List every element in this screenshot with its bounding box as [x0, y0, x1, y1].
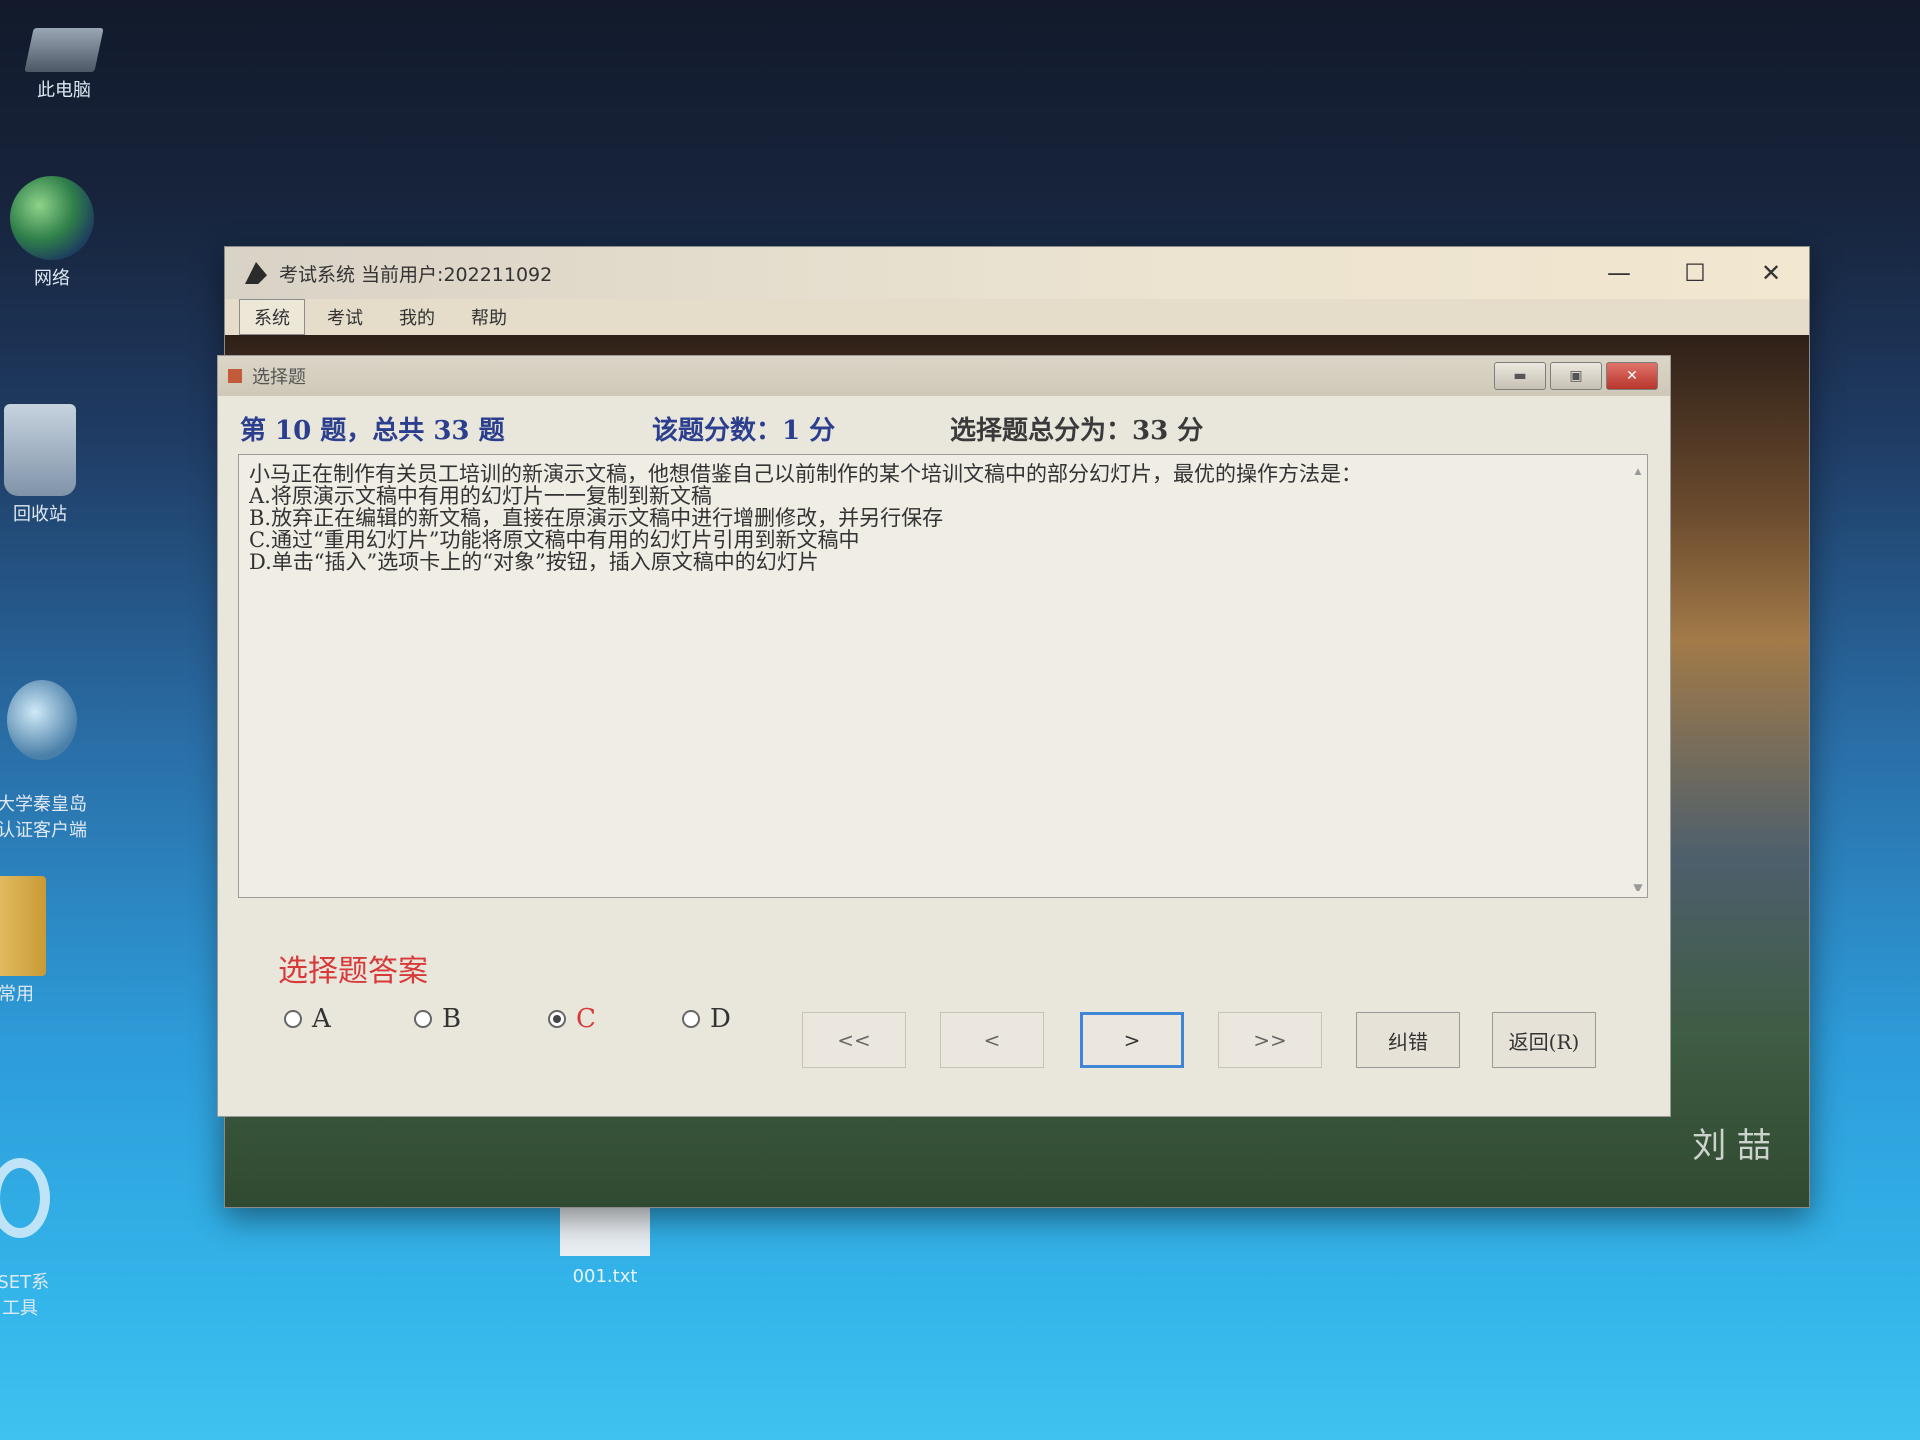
desktop-icon-recycle-bin[interactable]: 回收站 — [0, 404, 100, 528]
question-text-area[interactable]: 小马正在制作有关员工培训的新演示文稿，他想借鉴自己以前制作的某个培训文稿中的部分… — [238, 454, 1648, 898]
answer-option-b[interactable]: B — [414, 1004, 461, 1034]
question-option-c: C.通过“重用幻灯片”功能将原文稿中有用的幻灯片引用到新文稿中 — [249, 529, 860, 551]
window-title: 考试系统 当前用户:202211092 — [279, 263, 553, 286]
answer-option-d[interactable]: D — [682, 1004, 731, 1034]
minimize-button[interactable]: — — [1581, 247, 1657, 299]
question-dialog: 选择题 ▬ ▣ ✕ 第 10 题，总共 33 题 该题分数：1 分 选择题总分为… — [217, 355, 1671, 1117]
desktop-icon-set-tools[interactable]: -SET系 工具 — [0, 1132, 80, 1348]
answer-option-label: C — [576, 1004, 596, 1034]
user-name-watermark: 刘 喆 — [1692, 1126, 1771, 1166]
total-score: 选择题总分为：33 分 — [950, 416, 1204, 446]
network-client-icon — [7, 680, 77, 760]
desktop-icon-label: 网络 — [34, 268, 70, 289]
recycle-bin-icon — [4, 404, 76, 496]
desktop-icon-label: 常用 — [0, 984, 34, 1005]
question-option-b: B.放弃正在编辑的新文稿，直接在原演示文稿中进行增删修改，并另行保存 — [249, 507, 944, 529]
disk-icon — [0, 1158, 50, 1238]
radio-button[interactable] — [414, 1010, 432, 1028]
answer-section-title: 选择题答案 — [278, 954, 428, 989]
question-option-d: D.单击“插入”选项卡上的“对象”按钮，插入原文稿中的幻灯片 — [249, 551, 819, 573]
computer-icon — [24, 28, 104, 72]
app-icon — [245, 262, 267, 284]
answer-option-c[interactable]: C — [548, 1004, 596, 1034]
desktop-icon-common[interactable]: 常用 — [0, 876, 76, 1008]
menu-item-help[interactable]: 帮助 — [457, 300, 521, 334]
question-option-a: A.将原演示文稿中有用的幻灯片一一复制到新文稿 — [249, 485, 712, 507]
vertical-scrollbar[interactable]: ▲ ▼ — [1631, 461, 1645, 891]
file-label: 001.txt — [572, 1266, 638, 1287]
menu-item-system[interactable]: 系统 — [239, 299, 305, 335]
desktop-icon-label: 回收站 — [13, 504, 67, 525]
last-question-button[interactable]: >> — [1218, 1012, 1322, 1068]
dialog-titlebar[interactable]: 选择题 ▬ ▣ ✕ — [218, 356, 1670, 396]
answer-option-label: B — [442, 1004, 462, 1034]
answer-option-label: A — [312, 1004, 331, 1034]
desktop-icon-label: 大学秦皇岛 认证客户端 — [0, 794, 87, 841]
folder-icon — [0, 876, 46, 976]
exam-window: 考试系统 当前用户:202211092 — ☐ ✕ 系统 考试 我的 帮助 刘 … — [217, 246, 1810, 1208]
first-question-button[interactable]: << — [802, 1012, 906, 1068]
close-button[interactable]: ✕ — [1733, 247, 1809, 299]
desktop-icon-network[interactable]: 网络 — [0, 176, 112, 292]
dialog-close-button[interactable]: ✕ — [1606, 362, 1658, 390]
dialog-restore-button[interactable]: ▣ — [1550, 362, 1602, 390]
question-score: 该题分数：1 分 — [652, 416, 836, 446]
menu-item-mine[interactable]: 我的 — [385, 300, 449, 334]
previous-question-button[interactable]: < — [940, 1012, 1044, 1068]
next-question-button[interactable]: > — [1080, 1012, 1184, 1068]
dialog-icon — [228, 369, 242, 383]
maximize-button[interactable]: ☐ — [1657, 247, 1733, 299]
question-position: 第 10 题，总共 33 题 — [240, 416, 505, 446]
menu-item-exam[interactable]: 考试 — [313, 300, 377, 334]
window-titlebar[interactable]: 考试系统 当前用户:202211092 — ☐ ✕ — [225, 247, 1809, 299]
radio-button[interactable] — [284, 1010, 302, 1028]
menu-bar: 系统 考试 我的 帮助 — [225, 299, 1809, 336]
desktop-icon-auth-client[interactable]: 大学秦皇岛 认证客户端 — [0, 654, 102, 870]
report-error-button[interactable]: 纠错 — [1356, 1012, 1460, 1068]
desktop-icon-label: 此电脑 — [37, 80, 91, 101]
network-icon — [10, 176, 94, 260]
radio-button[interactable] — [682, 1010, 700, 1028]
scroll-up-icon[interactable]: ▲ — [1631, 461, 1645, 475]
dialog-title: 选择题 — [252, 367, 306, 388]
return-button[interactable]: 返回(R) — [1492, 1012, 1596, 1068]
radio-button-selected[interactable] — [548, 1010, 566, 1028]
question-info-bar: 第 10 题，总共 33 题 该题分数：1 分 选择题总分为：33 分 — [218, 396, 1670, 454]
answer-option-a[interactable]: A — [284, 1004, 331, 1034]
dialog-minimize-button[interactable]: ▬ — [1494, 362, 1546, 390]
scroll-down-icon[interactable]: ▼ — [1631, 877, 1645, 891]
desktop-icon-label: -SET系 工具 — [0, 1272, 50, 1319]
desktop-icon-this-pc[interactable]: 此电脑 — [4, 28, 124, 104]
question-stem: 小马正在制作有关员工培训的新演示文稿，他想借鉴自己以前制作的某个培训文稿中的部分… — [249, 463, 1362, 485]
answer-option-label: D — [710, 1004, 731, 1034]
